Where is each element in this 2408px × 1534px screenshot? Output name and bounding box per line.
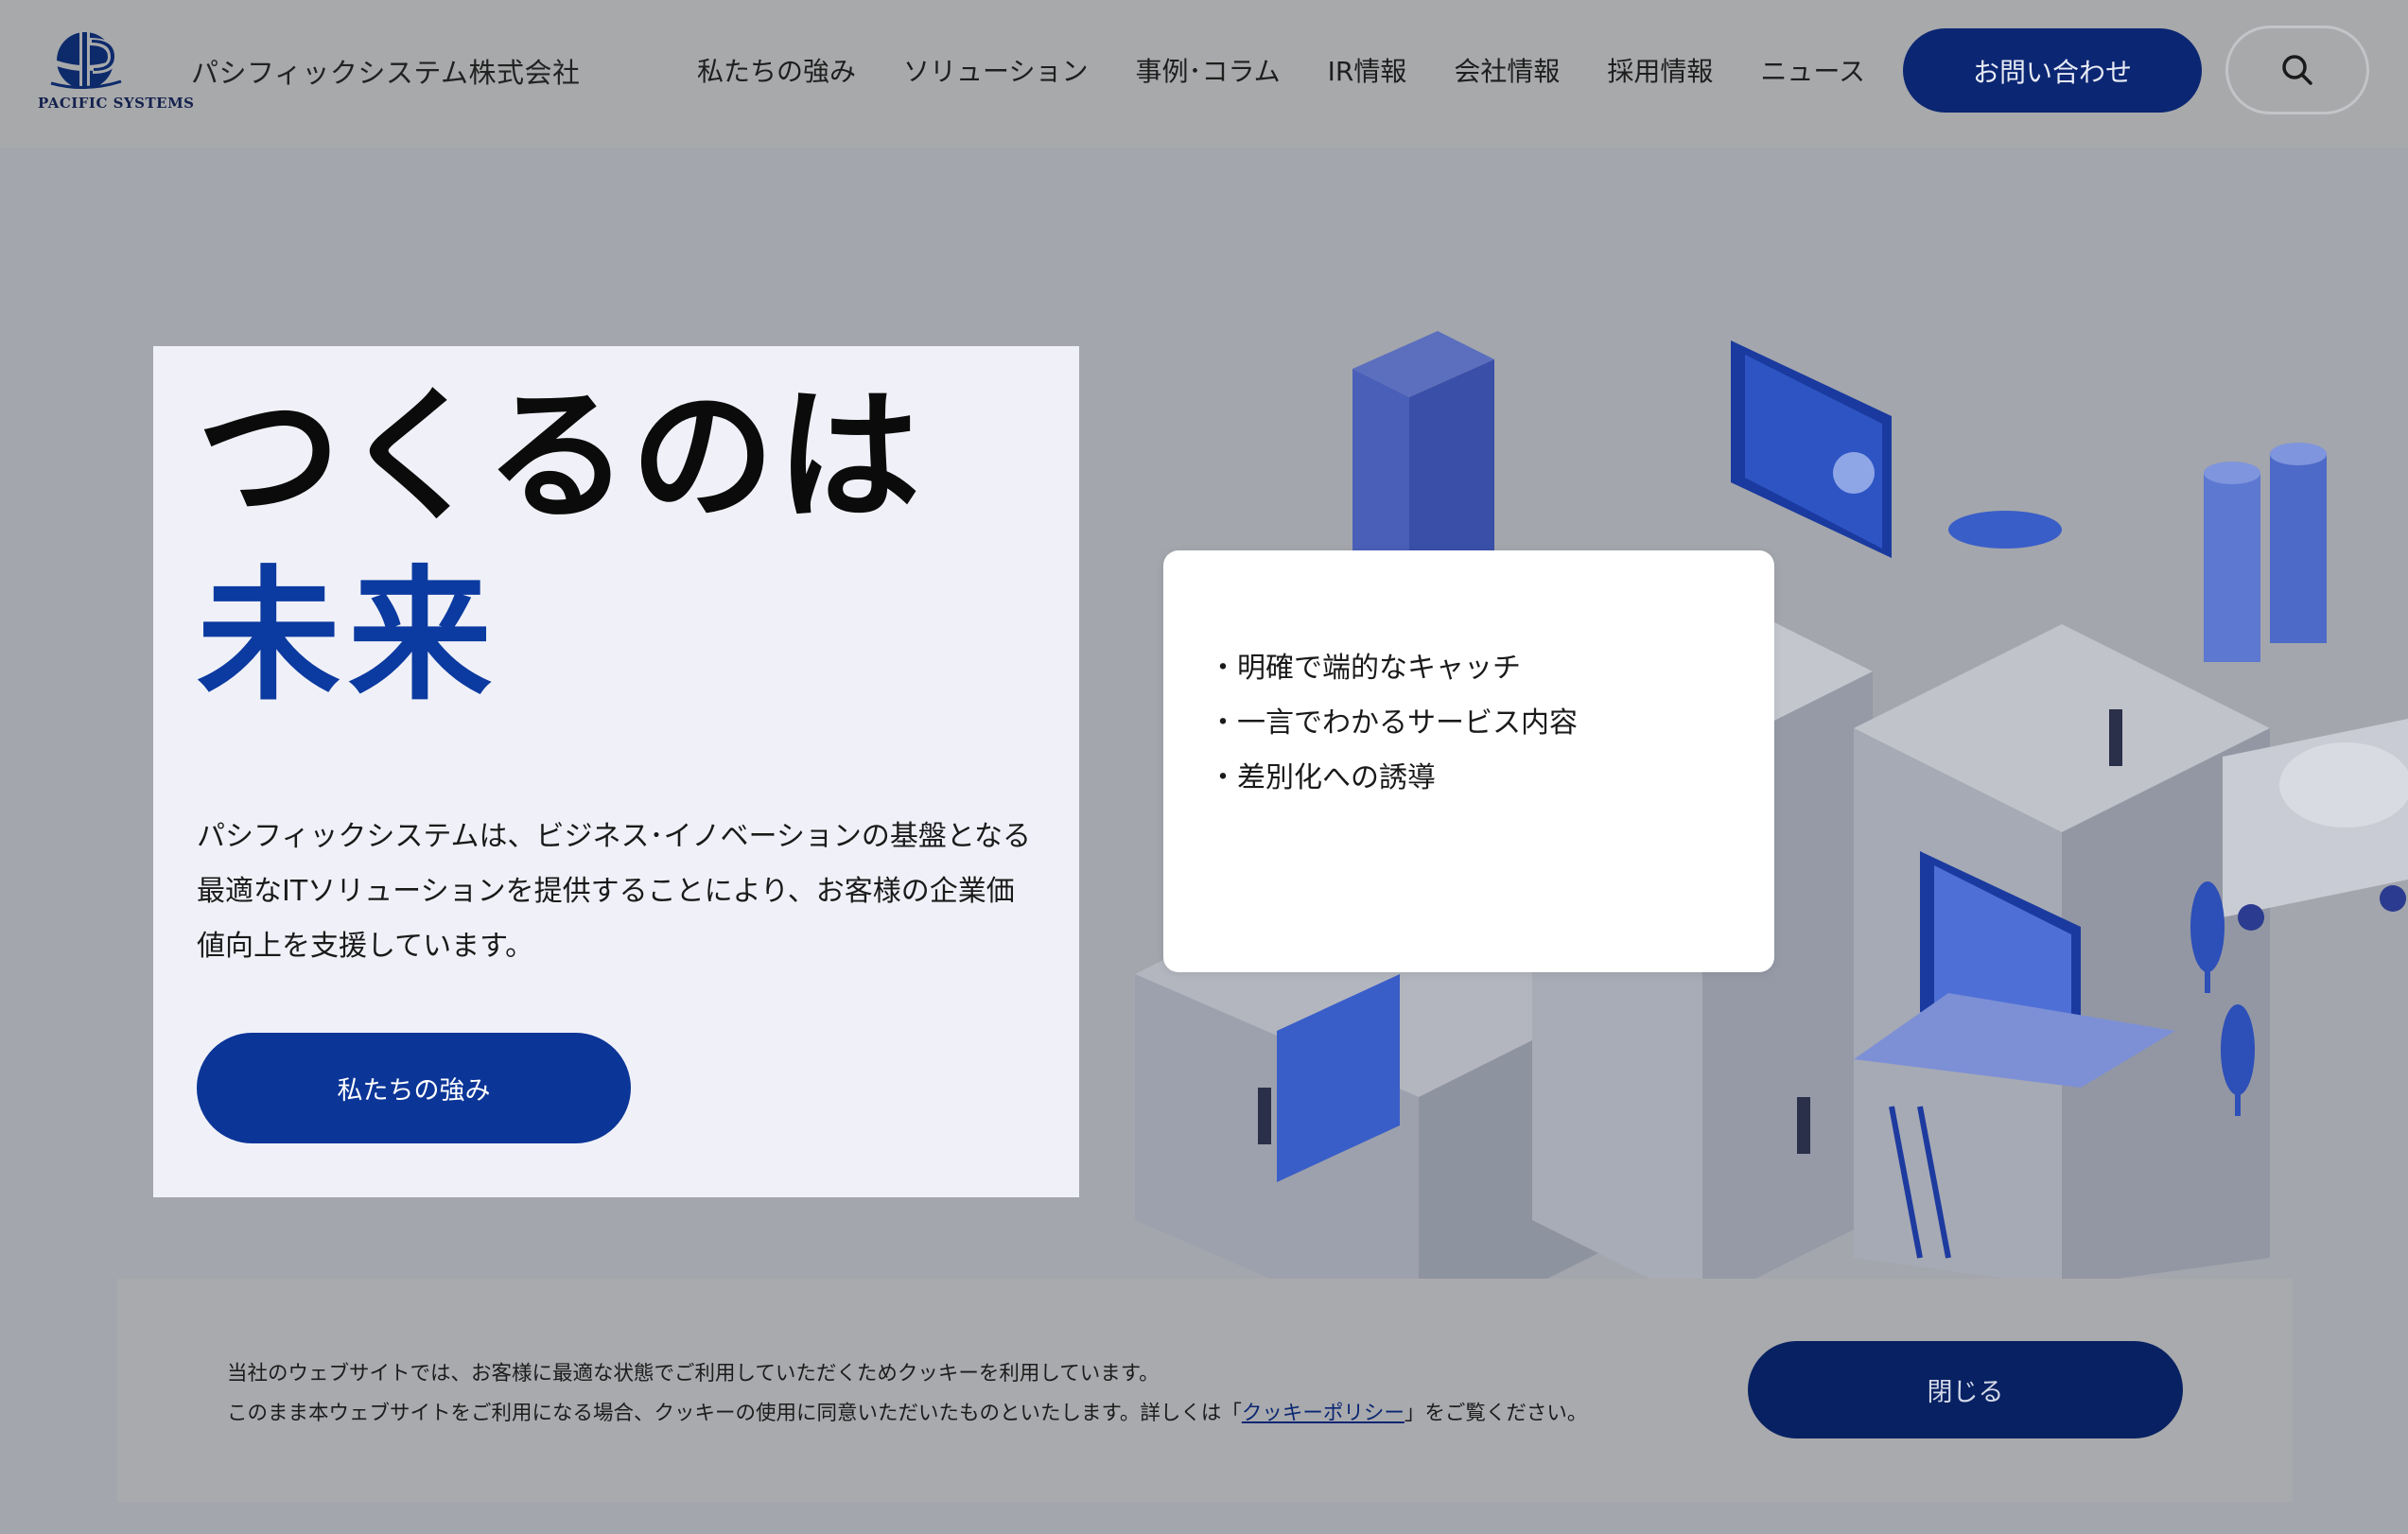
popup-list-item: ・差別化への誘導 bbox=[1209, 761, 1436, 794]
pacific-systems-logo-mark: PACIFIC SYSTEMS bbox=[38, 28, 194, 113]
contact-button[interactable]: お問い合わせ bbox=[1903, 28, 2202, 113]
hero-card: つくるのは 未来 パシフィックシステムは、ビジネス･イノベーションの基盤となる最… bbox=[153, 346, 1079, 1197]
cookie-policy-link[interactable]: クッキーポリシー bbox=[1242, 1402, 1405, 1425]
cookie-close-button[interactable]: 閉じる bbox=[1748, 1341, 2183, 1438]
nav-item-news[interactable]: ニュース bbox=[1760, 51, 1865, 89]
hero-description: パシフィックシステムは、ビジネス･イノベーションの基盤となる最適なITソリューシ… bbox=[197, 820, 1031, 963]
search-icon bbox=[2282, 55, 2312, 85]
hero-heading-line1: つくるのは bbox=[197, 373, 922, 540]
cookie-message-line2: このまま本ウェブサイトをご利用になる場合、クッキーの使用に同意いただいたものとい… bbox=[227, 1394, 1587, 1434]
cookie-message-line2-after: 」をご覧ください。 bbox=[1404, 1402, 1588, 1425]
popup-list-item: ・一言でわかるサービス内容 bbox=[1209, 706, 1578, 740]
search-button[interactable] bbox=[2225, 26, 2369, 114]
nav-item-company[interactable]: 会社情報 bbox=[1454, 51, 1560, 89]
main-nav: 私たちの強み ソリューション 事例･コラム IR情報 会社情報 採用情報 ニュー… bbox=[697, 51, 1912, 89]
cookie-message: 当社のウェブサイトでは、お客様に最適な状態でご利用していただくためクッキーを利用… bbox=[227, 1354, 1587, 1434]
nav-item-ir[interactable]: IR情報 bbox=[1328, 51, 1407, 89]
popup-list-item: ・明確で端的なキャッチ bbox=[1209, 652, 1521, 685]
nav-item-solutions[interactable]: ソリューション bbox=[903, 51, 1088, 89]
logo-english-text: PACIFIC SYSTEMS bbox=[38, 95, 195, 112]
cookie-banner: 当社のウェブサイトでは、お客様に最適な状態でご利用していただくためクッキーを利用… bbox=[117, 1279, 2293, 1502]
nav-item-recruit[interactable]: 採用情報 bbox=[1607, 51, 1713, 89]
site-header: PACIFIC SYSTEMS パシフィックシステム株式会社 私たちの強み ソリ… bbox=[0, 0, 2408, 148]
popup-list: ・明確で端的なキャッチ ・一言でわかるサービス内容 ・差別化への誘導 bbox=[1209, 641, 1578, 806]
hero-heading-line2: 未来 bbox=[197, 552, 499, 720]
logo-company-name: パシフィックシステム株式会社 bbox=[191, 57, 581, 89]
annotation-popup: ・明確で端的なキャッチ ・一言でわかるサービス内容 ・差別化への誘導 bbox=[1163, 550, 1774, 972]
cookie-message-line1: 当社のウェブサイトでは、お客様に最適な状態でご利用していただくためクッキーを利用… bbox=[227, 1362, 1160, 1386]
cookie-message-line2-before: このまま本ウェブサイトをご利用になる場合、クッキーの使用に同意いただいたものとい… bbox=[227, 1402, 1242, 1425]
site-logo[interactable]: PACIFIC SYSTEMS パシフィックシステム株式会社 bbox=[38, 28, 581, 113]
strengths-button[interactable]: 私たちの強み bbox=[197, 1033, 631, 1143]
nav-item-strengths[interactable]: 私たちの強み bbox=[697, 51, 856, 89]
nav-item-cases-columns[interactable]: 事例･コラム bbox=[1135, 51, 1280, 89]
